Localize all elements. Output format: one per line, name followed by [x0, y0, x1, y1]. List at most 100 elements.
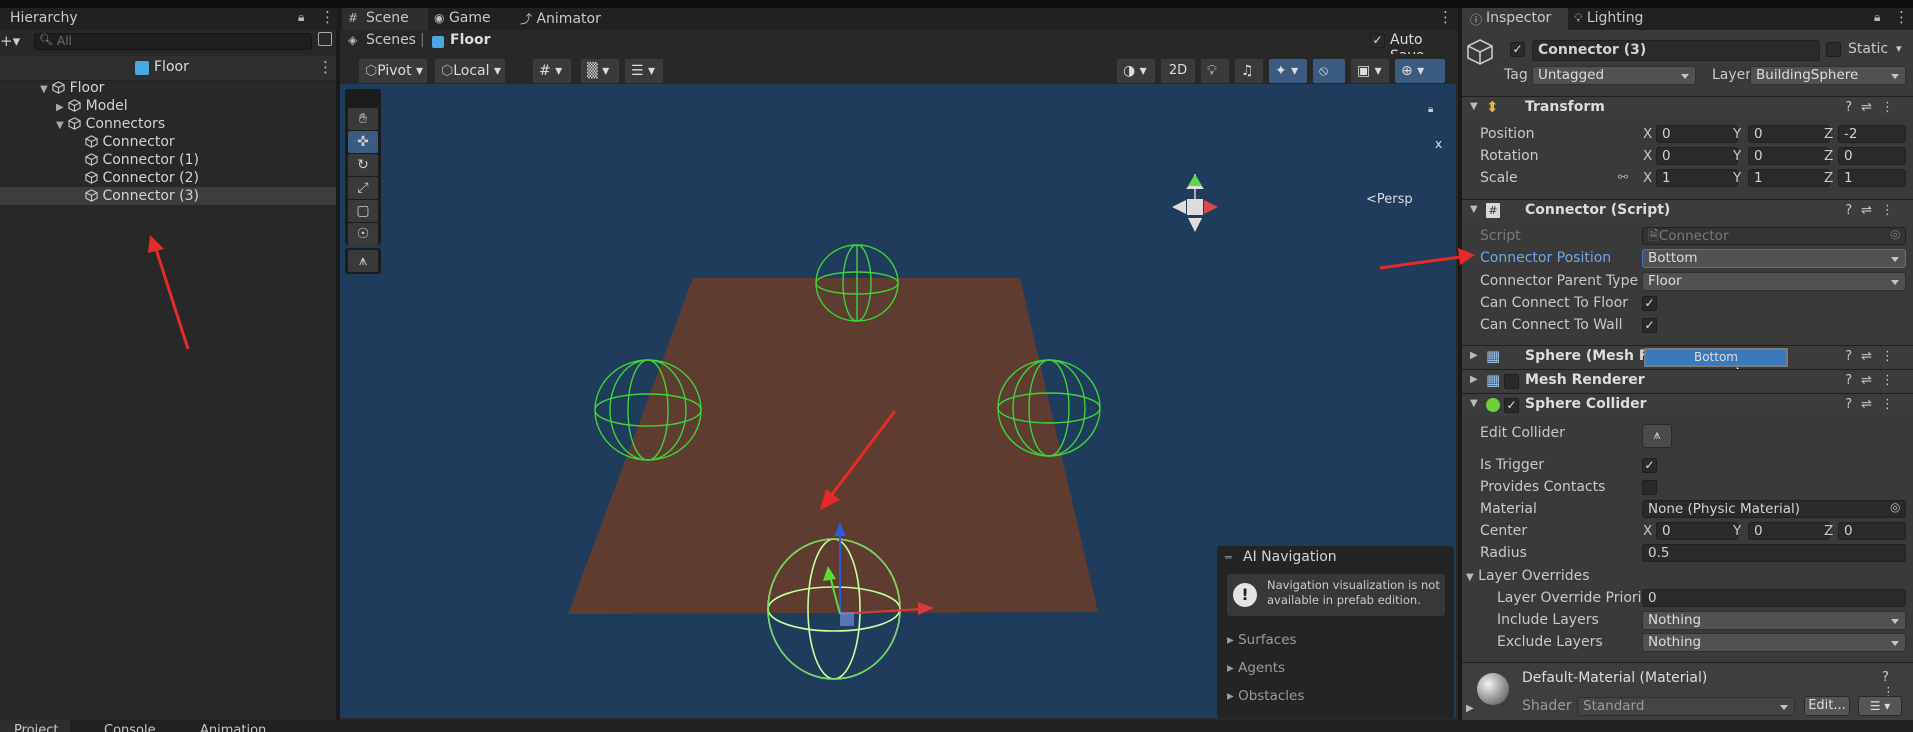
tree-item-connector-1[interactable]: Connector (1): [0, 151, 336, 169]
tree-item-model[interactable]: ▶ Model: [0, 97, 336, 115]
radius-field[interactable]: 0.5: [1642, 544, 1906, 562]
draw-mode-button[interactable]: ◑ ▾: [1116, 58, 1156, 84]
persp-label[interactable]: <Persp: [1366, 192, 1413, 207]
collapse-arrow-icon[interactable]: ▶: [56, 102, 64, 113]
rotation-x-field[interactable]: 0: [1656, 147, 1738, 165]
scale-x-field[interactable]: 1: [1656, 169, 1738, 187]
hand-tool[interactable]: ✋︎: [348, 108, 378, 130]
rect-tool[interactable]: ▢: [348, 200, 378, 222]
inspector-more-icon[interactable]: ⋮: [1894, 8, 1909, 26]
component-header-icons[interactable]: ?⇌⋮: [1845, 203, 1903, 218]
move-tool[interactable]: ✜: [348, 131, 378, 153]
component-header-icons[interactable]: ?⇌⋮: [1845, 349, 1903, 364]
collapse-arrow-icon[interactable]: ▼: [1470, 204, 1478, 215]
object-picker-icon[interactable]: ◎: [1890, 227, 1900, 241]
lock-icon[interactable]: 🔒︎: [298, 10, 304, 25]
component-header-icons[interactable]: ?⇌⋮: [1845, 397, 1903, 412]
expand-arrow-icon[interactable]: ▶: [1470, 350, 1478, 361]
center-y-field[interactable]: 0: [1748, 522, 1830, 540]
auto-save-checkbox[interactable]: ✓: [1370, 33, 1385, 48]
rotation-y-label[interactable]: Y: [1733, 148, 1741, 164]
inspector-lock-icon[interactable]: 🔒︎: [1874, 10, 1880, 25]
material-expand-arrow-icon[interactable]: ▶: [1466, 703, 1474, 714]
center-z-field[interactable]: 0: [1838, 522, 1906, 540]
rotation-x-label[interactable]: X: [1643, 148, 1652, 164]
tab-animation[interactable]: Animation: [186, 720, 266, 732]
is-trigger-checkbox[interactable]: ✓: [1642, 458, 1657, 473]
hidden-objects-toggle[interactable]: ⦸: [1312, 58, 1346, 84]
shader-options-button[interactable]: ☰ ▾: [1858, 696, 1902, 716]
scale-z-label[interactable]: Z: [1824, 170, 1833, 186]
tag-dropdown[interactable]: Untagged: [1532, 66, 1696, 85]
breadcrumb-current[interactable]: Floor: [450, 32, 491, 48]
position-x-field[interactable]: 0: [1656, 125, 1738, 143]
expand-arrow-icon[interactable]: ▶: [1470, 374, 1478, 385]
gizmo-lock-icon[interactable]: 🔒︎: [1428, 104, 1433, 115]
sphere-collider-enabled-checkbox[interactable]: ✓: [1504, 398, 1519, 413]
scale-y-label[interactable]: Y: [1733, 170, 1741, 186]
static-dropdown-icon[interactable]: ▾: [1896, 42, 1902, 55]
connector-position-dropdown[interactable]: Bottom: [1642, 249, 1906, 268]
rotation-z-field[interactable]: 0: [1838, 147, 1906, 165]
lighting-toggle[interactable]: 💡︎: [1200, 58, 1230, 84]
connector-script-header[interactable]: ▼ # Connector (Script) ?⇌⋮: [1462, 199, 1913, 222]
position-y-field[interactable]: 0: [1748, 125, 1830, 143]
local-dropdown[interactable]: ⬡Local ▾: [434, 58, 506, 84]
connector-parent-type-dropdown[interactable]: Floor: [1642, 272, 1906, 291]
can-connect-floor-checkbox[interactable]: ✓: [1642, 296, 1657, 311]
tree-item-floor[interactable]: ▼ Floor: [0, 79, 336, 97]
expand-arrow-icon[interactable]: ▼: [56, 120, 64, 131]
section-agents[interactable]: ▸ Agents: [1227, 660, 1285, 676]
tree-item-connector-2[interactable]: Connector (2): [0, 169, 336, 187]
add-object-button[interactable]: +▾: [0, 30, 24, 52]
layer-override-priority-field[interactable]: 0: [1642, 589, 1906, 607]
tab-inspector[interactable]: ⓘ Inspector: [1462, 8, 1568, 30]
center-x-label[interactable]: X: [1643, 523, 1652, 539]
tab-lighting[interactable]: 💡︎ Lighting: [1574, 10, 1643, 26]
camera-settings-button[interactable]: ▣ ▾: [1350, 58, 1390, 84]
transform-tool[interactable]: ☉: [348, 223, 378, 245]
mesh-renderer-enabled-checkbox[interactable]: [1504, 374, 1519, 389]
constrain-proportions-icon[interactable]: ⚯: [1618, 170, 1628, 184]
audio-toggle[interactable]: ♫: [1234, 58, 1264, 84]
shader-edit-button[interactable]: Edit...: [1804, 696, 1850, 716]
position-x-label[interactable]: X: [1643, 126, 1652, 142]
effects-toggle[interactable]: ✦ ▾: [1268, 58, 1308, 84]
sphere-collider-header[interactable]: ▼ ✓ Sphere Collider ?⇌⋮: [1462, 393, 1913, 416]
tree-item-connector[interactable]: Connector: [0, 133, 336, 151]
component-header-icons[interactable]: ?⇌⋮: [1845, 100, 1903, 115]
tab-game[interactable]: ◉ Game: [434, 10, 491, 26]
mode-2d-button[interactable]: 2D: [1160, 58, 1196, 84]
rotate-tool[interactable]: ↻: [348, 154, 378, 176]
scale-y-field[interactable]: 1: [1748, 169, 1830, 187]
include-layers-dropdown[interactable]: Nothing: [1642, 611, 1906, 630]
physic-material-field[interactable]: None (Physic Material): [1642, 500, 1906, 518]
position-y-label[interactable]: Y: [1733, 126, 1741, 142]
position-z-field[interactable]: -2: [1838, 125, 1906, 143]
provides-contacts-checkbox[interactable]: [1642, 480, 1657, 495]
scale-tool[interactable]: ⤢: [348, 177, 378, 199]
object-active-checkbox[interactable]: ✓: [1510, 42, 1525, 57]
tab-animator[interactable]: ⤴ Animator: [520, 10, 601, 27]
breadcrumb-root[interactable]: Scenes: [366, 32, 416, 48]
search-filter-icon[interactable]: [318, 32, 332, 46]
section-obstacles[interactable]: ▸ Obstacles: [1227, 688, 1304, 704]
mesh-renderer-header[interactable]: ▶ ▦ Mesh Renderer ?⇌⋮: [1462, 369, 1913, 392]
hierarchy-search[interactable]: 🔍︎ All: [34, 33, 312, 50]
grid-visibility-button[interactable]: ▒ ▾: [580, 58, 620, 84]
component-header-icons[interactable]: ?⇌⋮: [1845, 373, 1903, 388]
scene-viewport[interactable]: ✋︎ ✜ ↻ ⤢ ▢ ☉ ⩚ x 🔒︎ <Persp ═ AI Navigati…: [340, 84, 1456, 718]
prefab-more-icon[interactable]: ⋮: [318, 58, 333, 76]
center-z-label[interactable]: Z: [1824, 523, 1833, 539]
object-name-field[interactable]: Connector (3): [1532, 40, 1820, 61]
pivot-dropdown[interactable]: ⬡Pivot ▾: [358, 58, 428, 84]
tab-project[interactable]: Project: [0, 720, 70, 732]
gizmos-button[interactable]: ⊕ ▾: [1394, 58, 1446, 84]
scene-more-icon[interactable]: ⋮: [1438, 8, 1453, 26]
layer-overrides-foldout[interactable]: ▼ Layer Overrides: [1466, 568, 1590, 584]
object-picker-icon[interactable]: ◎: [1890, 500, 1900, 514]
tree-item-connectors[interactable]: ▼ Connectors: [0, 115, 336, 133]
rotation-y-field[interactable]: 0: [1748, 147, 1830, 165]
position-z-label[interactable]: Z: [1824, 126, 1833, 142]
tree-item-connector-3-selected[interactable]: Connector (3): [0, 187, 336, 205]
